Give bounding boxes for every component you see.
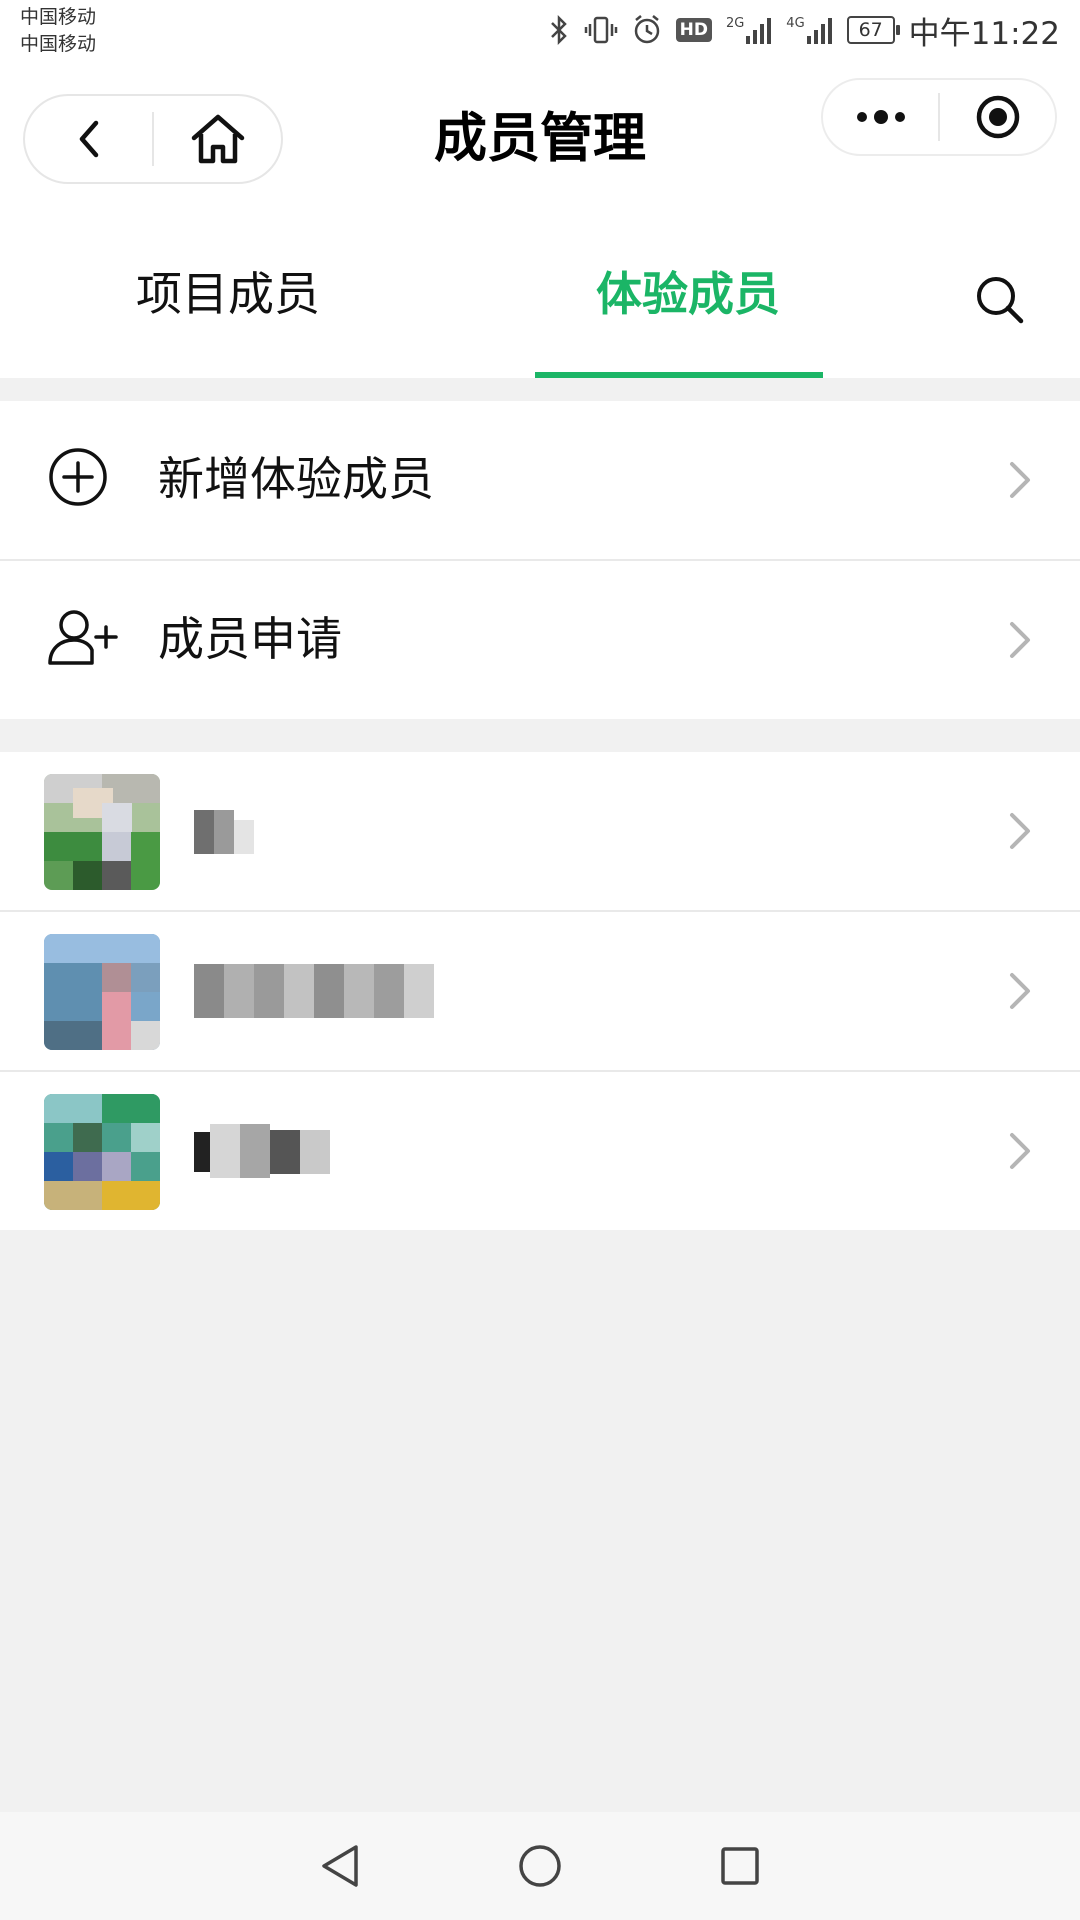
- tab-project-members[interactable]: 项目成员: [136, 264, 320, 324]
- member-tabs: 项目成员 体验成员: [0, 194, 1080, 378]
- square-recents-icon: [721, 1847, 759, 1885]
- carrier-info: 中国移动 中国移动: [20, 4, 96, 58]
- carrier-2: 中国移动: [20, 33, 97, 55]
- carrier-1: 中国移动: [20, 6, 97, 28]
- triangle-back-icon: [322, 1845, 358, 1887]
- alarm-icon: [634, 15, 659, 44]
- chevron-right-icon: [1010, 973, 1030, 1009]
- add-user-icon: [48, 610, 118, 665]
- avatar: [44, 934, 160, 1050]
- network-type-2: 4G: [786, 16, 805, 31]
- tab-trial-members[interactable]: 体验成员: [596, 264, 780, 324]
- list-item[interactable]: [0, 752, 1080, 910]
- member-application-row[interactable]: 成员申请: [0, 559, 1080, 719]
- clock: 中午11:22: [908, 15, 1060, 52]
- more-dots-icon: [856, 110, 905, 124]
- member-name-redacted: [194, 964, 434, 1018]
- close-miniprogram-button[interactable]: [940, 80, 1055, 154]
- system-home-button[interactable]: [515, 1841, 565, 1891]
- system-nav-bar: [0, 1812, 1080, 1920]
- add-circle-icon: [49, 448, 107, 506]
- signal-bars-icon: [806, 18, 832, 44]
- chevron-right-icon: [1010, 813, 1030, 849]
- action-list: 新增体验成员 成员申请: [0, 401, 1080, 719]
- nav-capsule-right: [821, 78, 1057, 156]
- member-name-redacted: [194, 1124, 330, 1178]
- more-button[interactable]: [823, 80, 938, 154]
- screen: 中国移动 中国移动 HD 2G 4G 67 中午11:22 成员管理 项目成员 …: [0, 0, 1080, 1920]
- search-button[interactable]: [970, 270, 1030, 330]
- circle-home-icon: [519, 1845, 561, 1887]
- status-bar: 中国移动 中国移动 HD 2G 4G 67 中午11:22: [0, 0, 1080, 64]
- nav-header: 成员管理: [0, 64, 1080, 194]
- hd-badge: HD: [675, 18, 712, 42]
- list-item[interactable]: [0, 910, 1080, 1070]
- signal-1: 2G: [726, 16, 772, 44]
- system-back-button[interactable]: [315, 1841, 365, 1891]
- status-icons: HD 2G 4G 67 中午11:22: [548, 8, 1060, 52]
- battery-indicator: 67: [846, 16, 900, 44]
- chevron-right-icon: [1010, 462, 1030, 498]
- add-trial-member-row[interactable]: 新增体验成员: [0, 401, 1080, 559]
- system-recents-button[interactable]: [715, 1841, 765, 1891]
- avatar: [44, 774, 160, 890]
- list-item[interactable]: [0, 1070, 1080, 1230]
- member-application-label: 成员申请: [158, 612, 342, 666]
- vibrate-icon: [584, 16, 617, 44]
- chevron-right-icon: [1010, 622, 1030, 658]
- search-icon: [977, 277, 1024, 324]
- member-list: [0, 752, 1080, 1230]
- signal-2: 4G: [786, 16, 832, 44]
- add-trial-member-label: 新增体验成员: [158, 452, 434, 506]
- active-tab-indicator: [535, 372, 823, 378]
- target-close-icon: [976, 95, 1019, 139]
- avatar: [44, 1094, 160, 1210]
- bluetooth-icon: [550, 14, 567, 46]
- network-type-1: 2G: [725, 16, 745, 31]
- signal-bars-icon: [746, 18, 772, 44]
- chevron-right-icon: [1010, 1133, 1030, 1169]
- member-name-redacted: [194, 810, 254, 854]
